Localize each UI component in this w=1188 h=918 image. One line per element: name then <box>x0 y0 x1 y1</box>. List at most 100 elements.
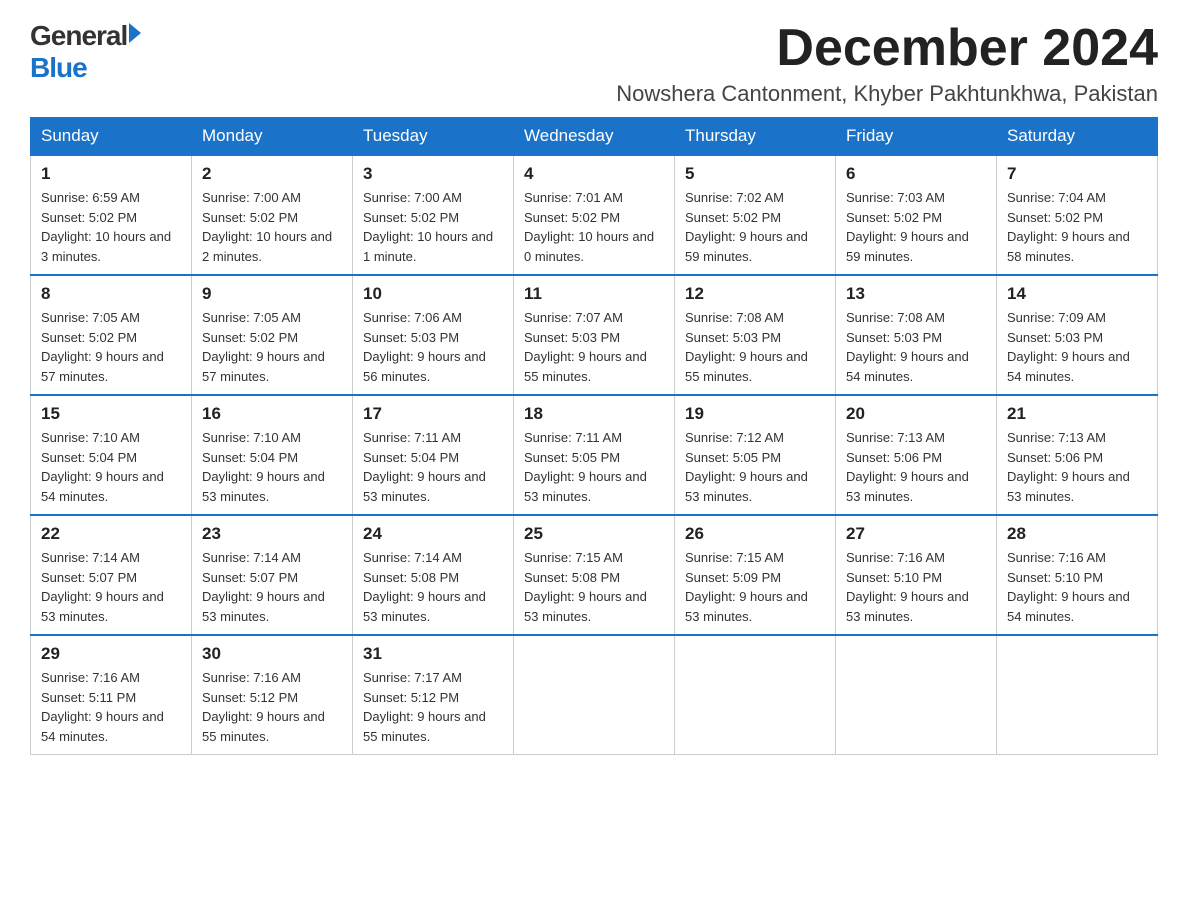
table-row: 29 Sunrise: 7:16 AM Sunset: 5:11 PM Dayl… <box>31 635 192 755</box>
col-monday: Monday <box>192 118 353 156</box>
day-number: 3 <box>363 164 503 184</box>
day-number: 25 <box>524 524 664 544</box>
day-number: 10 <box>363 284 503 304</box>
page-header: General Blue December 2024 Nowshera Cant… <box>30 20 1158 107</box>
day-info: Sunrise: 7:05 AM Sunset: 5:02 PM Dayligh… <box>202 308 342 386</box>
day-number: 21 <box>1007 404 1147 424</box>
col-saturday: Saturday <box>997 118 1158 156</box>
day-info: Sunrise: 7:16 AM Sunset: 5:11 PM Dayligh… <box>41 668 181 746</box>
day-number: 29 <box>41 644 181 664</box>
day-info: Sunrise: 7:16 AM Sunset: 5:12 PM Dayligh… <box>202 668 342 746</box>
day-info: Sunrise: 7:16 AM Sunset: 5:10 PM Dayligh… <box>1007 548 1147 626</box>
day-number: 5 <box>685 164 825 184</box>
day-info: Sunrise: 7:14 AM Sunset: 5:07 PM Dayligh… <box>41 548 181 626</box>
day-info: Sunrise: 7:00 AM Sunset: 5:02 PM Dayligh… <box>202 188 342 266</box>
day-info: Sunrise: 7:13 AM Sunset: 5:06 PM Dayligh… <box>846 428 986 506</box>
day-number: 15 <box>41 404 181 424</box>
day-info: Sunrise: 7:11 AM Sunset: 5:04 PM Dayligh… <box>363 428 503 506</box>
calendar-week-row: 22 Sunrise: 7:14 AM Sunset: 5:07 PM Dayl… <box>31 515 1158 635</box>
day-info: Sunrise: 7:07 AM Sunset: 5:03 PM Dayligh… <box>524 308 664 386</box>
day-info: Sunrise: 7:15 AM Sunset: 5:09 PM Dayligh… <box>685 548 825 626</box>
day-info: Sunrise: 7:15 AM Sunset: 5:08 PM Dayligh… <box>524 548 664 626</box>
day-info: Sunrise: 7:10 AM Sunset: 5:04 PM Dayligh… <box>202 428 342 506</box>
day-number: 14 <box>1007 284 1147 304</box>
day-number: 23 <box>202 524 342 544</box>
day-info: Sunrise: 7:00 AM Sunset: 5:02 PM Dayligh… <box>363 188 503 266</box>
col-friday: Friday <box>836 118 997 156</box>
table-row: 3 Sunrise: 7:00 AM Sunset: 5:02 PM Dayli… <box>353 155 514 275</box>
table-row: 7 Sunrise: 7:04 AM Sunset: 5:02 PM Dayli… <box>997 155 1158 275</box>
day-number: 27 <box>846 524 986 544</box>
table-row: 25 Sunrise: 7:15 AM Sunset: 5:08 PM Dayl… <box>514 515 675 635</box>
table-row <box>997 635 1158 755</box>
day-number: 30 <box>202 644 342 664</box>
logo-general-text: General <box>30 20 127 52</box>
calendar-week-row: 29 Sunrise: 7:16 AM Sunset: 5:11 PM Dayl… <box>31 635 1158 755</box>
calendar-table: Sunday Monday Tuesday Wednesday Thursday… <box>30 117 1158 755</box>
day-info: Sunrise: 7:05 AM Sunset: 5:02 PM Dayligh… <box>41 308 181 386</box>
logo-blue-text: Blue <box>30 52 141 84</box>
day-number: 9 <box>202 284 342 304</box>
day-number: 1 <box>41 164 181 184</box>
month-year-title: December 2024 <box>616 20 1158 77</box>
day-info: Sunrise: 7:03 AM Sunset: 5:02 PM Dayligh… <box>846 188 986 266</box>
table-row: 9 Sunrise: 7:05 AM Sunset: 5:02 PM Dayli… <box>192 275 353 395</box>
day-info: Sunrise: 7:04 AM Sunset: 5:02 PM Dayligh… <box>1007 188 1147 266</box>
calendar-week-row: 8 Sunrise: 7:05 AM Sunset: 5:02 PM Dayli… <box>31 275 1158 395</box>
table-row: 26 Sunrise: 7:15 AM Sunset: 5:09 PM Dayl… <box>675 515 836 635</box>
day-number: 28 <box>1007 524 1147 544</box>
day-number: 26 <box>685 524 825 544</box>
day-info: Sunrise: 7:13 AM Sunset: 5:06 PM Dayligh… <box>1007 428 1147 506</box>
table-row: 15 Sunrise: 7:10 AM Sunset: 5:04 PM Dayl… <box>31 395 192 515</box>
day-number: 8 <box>41 284 181 304</box>
calendar-header-row: Sunday Monday Tuesday Wednesday Thursday… <box>31 118 1158 156</box>
day-number: 20 <box>846 404 986 424</box>
table-row: 31 Sunrise: 7:17 AM Sunset: 5:12 PM Dayl… <box>353 635 514 755</box>
day-info: Sunrise: 7:08 AM Sunset: 5:03 PM Dayligh… <box>685 308 825 386</box>
logo: General Blue <box>30 20 141 84</box>
table-row: 30 Sunrise: 7:16 AM Sunset: 5:12 PM Dayl… <box>192 635 353 755</box>
table-row: 19 Sunrise: 7:12 AM Sunset: 5:05 PM Dayl… <box>675 395 836 515</box>
table-row <box>836 635 997 755</box>
day-number: 16 <box>202 404 342 424</box>
day-info: Sunrise: 7:02 AM Sunset: 5:02 PM Dayligh… <box>685 188 825 266</box>
day-info: Sunrise: 7:14 AM Sunset: 5:07 PM Dayligh… <box>202 548 342 626</box>
table-row: 20 Sunrise: 7:13 AM Sunset: 5:06 PM Dayl… <box>836 395 997 515</box>
day-info: Sunrise: 7:08 AM Sunset: 5:03 PM Dayligh… <box>846 308 986 386</box>
table-row: 24 Sunrise: 7:14 AM Sunset: 5:08 PM Dayl… <box>353 515 514 635</box>
table-row: 23 Sunrise: 7:14 AM Sunset: 5:07 PM Dayl… <box>192 515 353 635</box>
table-row <box>514 635 675 755</box>
table-row: 16 Sunrise: 7:10 AM Sunset: 5:04 PM Dayl… <box>192 395 353 515</box>
day-info: Sunrise: 7:14 AM Sunset: 5:08 PM Dayligh… <box>363 548 503 626</box>
day-info: Sunrise: 7:01 AM Sunset: 5:02 PM Dayligh… <box>524 188 664 266</box>
day-number: 6 <box>846 164 986 184</box>
day-number: 13 <box>846 284 986 304</box>
table-row: 2 Sunrise: 7:00 AM Sunset: 5:02 PM Dayli… <box>192 155 353 275</box>
calendar-week-row: 1 Sunrise: 6:59 AM Sunset: 5:02 PM Dayli… <box>31 155 1158 275</box>
day-info: Sunrise: 7:11 AM Sunset: 5:05 PM Dayligh… <box>524 428 664 506</box>
day-number: 12 <box>685 284 825 304</box>
table-row: 27 Sunrise: 7:16 AM Sunset: 5:10 PM Dayl… <box>836 515 997 635</box>
table-row: 4 Sunrise: 7:01 AM Sunset: 5:02 PM Dayli… <box>514 155 675 275</box>
table-row: 13 Sunrise: 7:08 AM Sunset: 5:03 PM Dayl… <box>836 275 997 395</box>
day-number: 17 <box>363 404 503 424</box>
day-info: Sunrise: 7:09 AM Sunset: 5:03 PM Dayligh… <box>1007 308 1147 386</box>
day-number: 31 <box>363 644 503 664</box>
col-tuesday: Tuesday <box>353 118 514 156</box>
day-number: 24 <box>363 524 503 544</box>
table-row: 22 Sunrise: 7:14 AM Sunset: 5:07 PM Dayl… <box>31 515 192 635</box>
day-number: 22 <box>41 524 181 544</box>
day-number: 11 <box>524 284 664 304</box>
table-row: 11 Sunrise: 7:07 AM Sunset: 5:03 PM Dayl… <box>514 275 675 395</box>
day-info: Sunrise: 7:10 AM Sunset: 5:04 PM Dayligh… <box>41 428 181 506</box>
table-row <box>675 635 836 755</box>
table-row: 10 Sunrise: 7:06 AM Sunset: 5:03 PM Dayl… <box>353 275 514 395</box>
day-number: 2 <box>202 164 342 184</box>
calendar-week-row: 15 Sunrise: 7:10 AM Sunset: 5:04 PM Dayl… <box>31 395 1158 515</box>
table-row: 6 Sunrise: 7:03 AM Sunset: 5:02 PM Dayli… <box>836 155 997 275</box>
day-number: 18 <box>524 404 664 424</box>
day-info: Sunrise: 6:59 AM Sunset: 5:02 PM Dayligh… <box>41 188 181 266</box>
day-number: 4 <box>524 164 664 184</box>
day-number: 19 <box>685 404 825 424</box>
table-row: 5 Sunrise: 7:02 AM Sunset: 5:02 PM Dayli… <box>675 155 836 275</box>
